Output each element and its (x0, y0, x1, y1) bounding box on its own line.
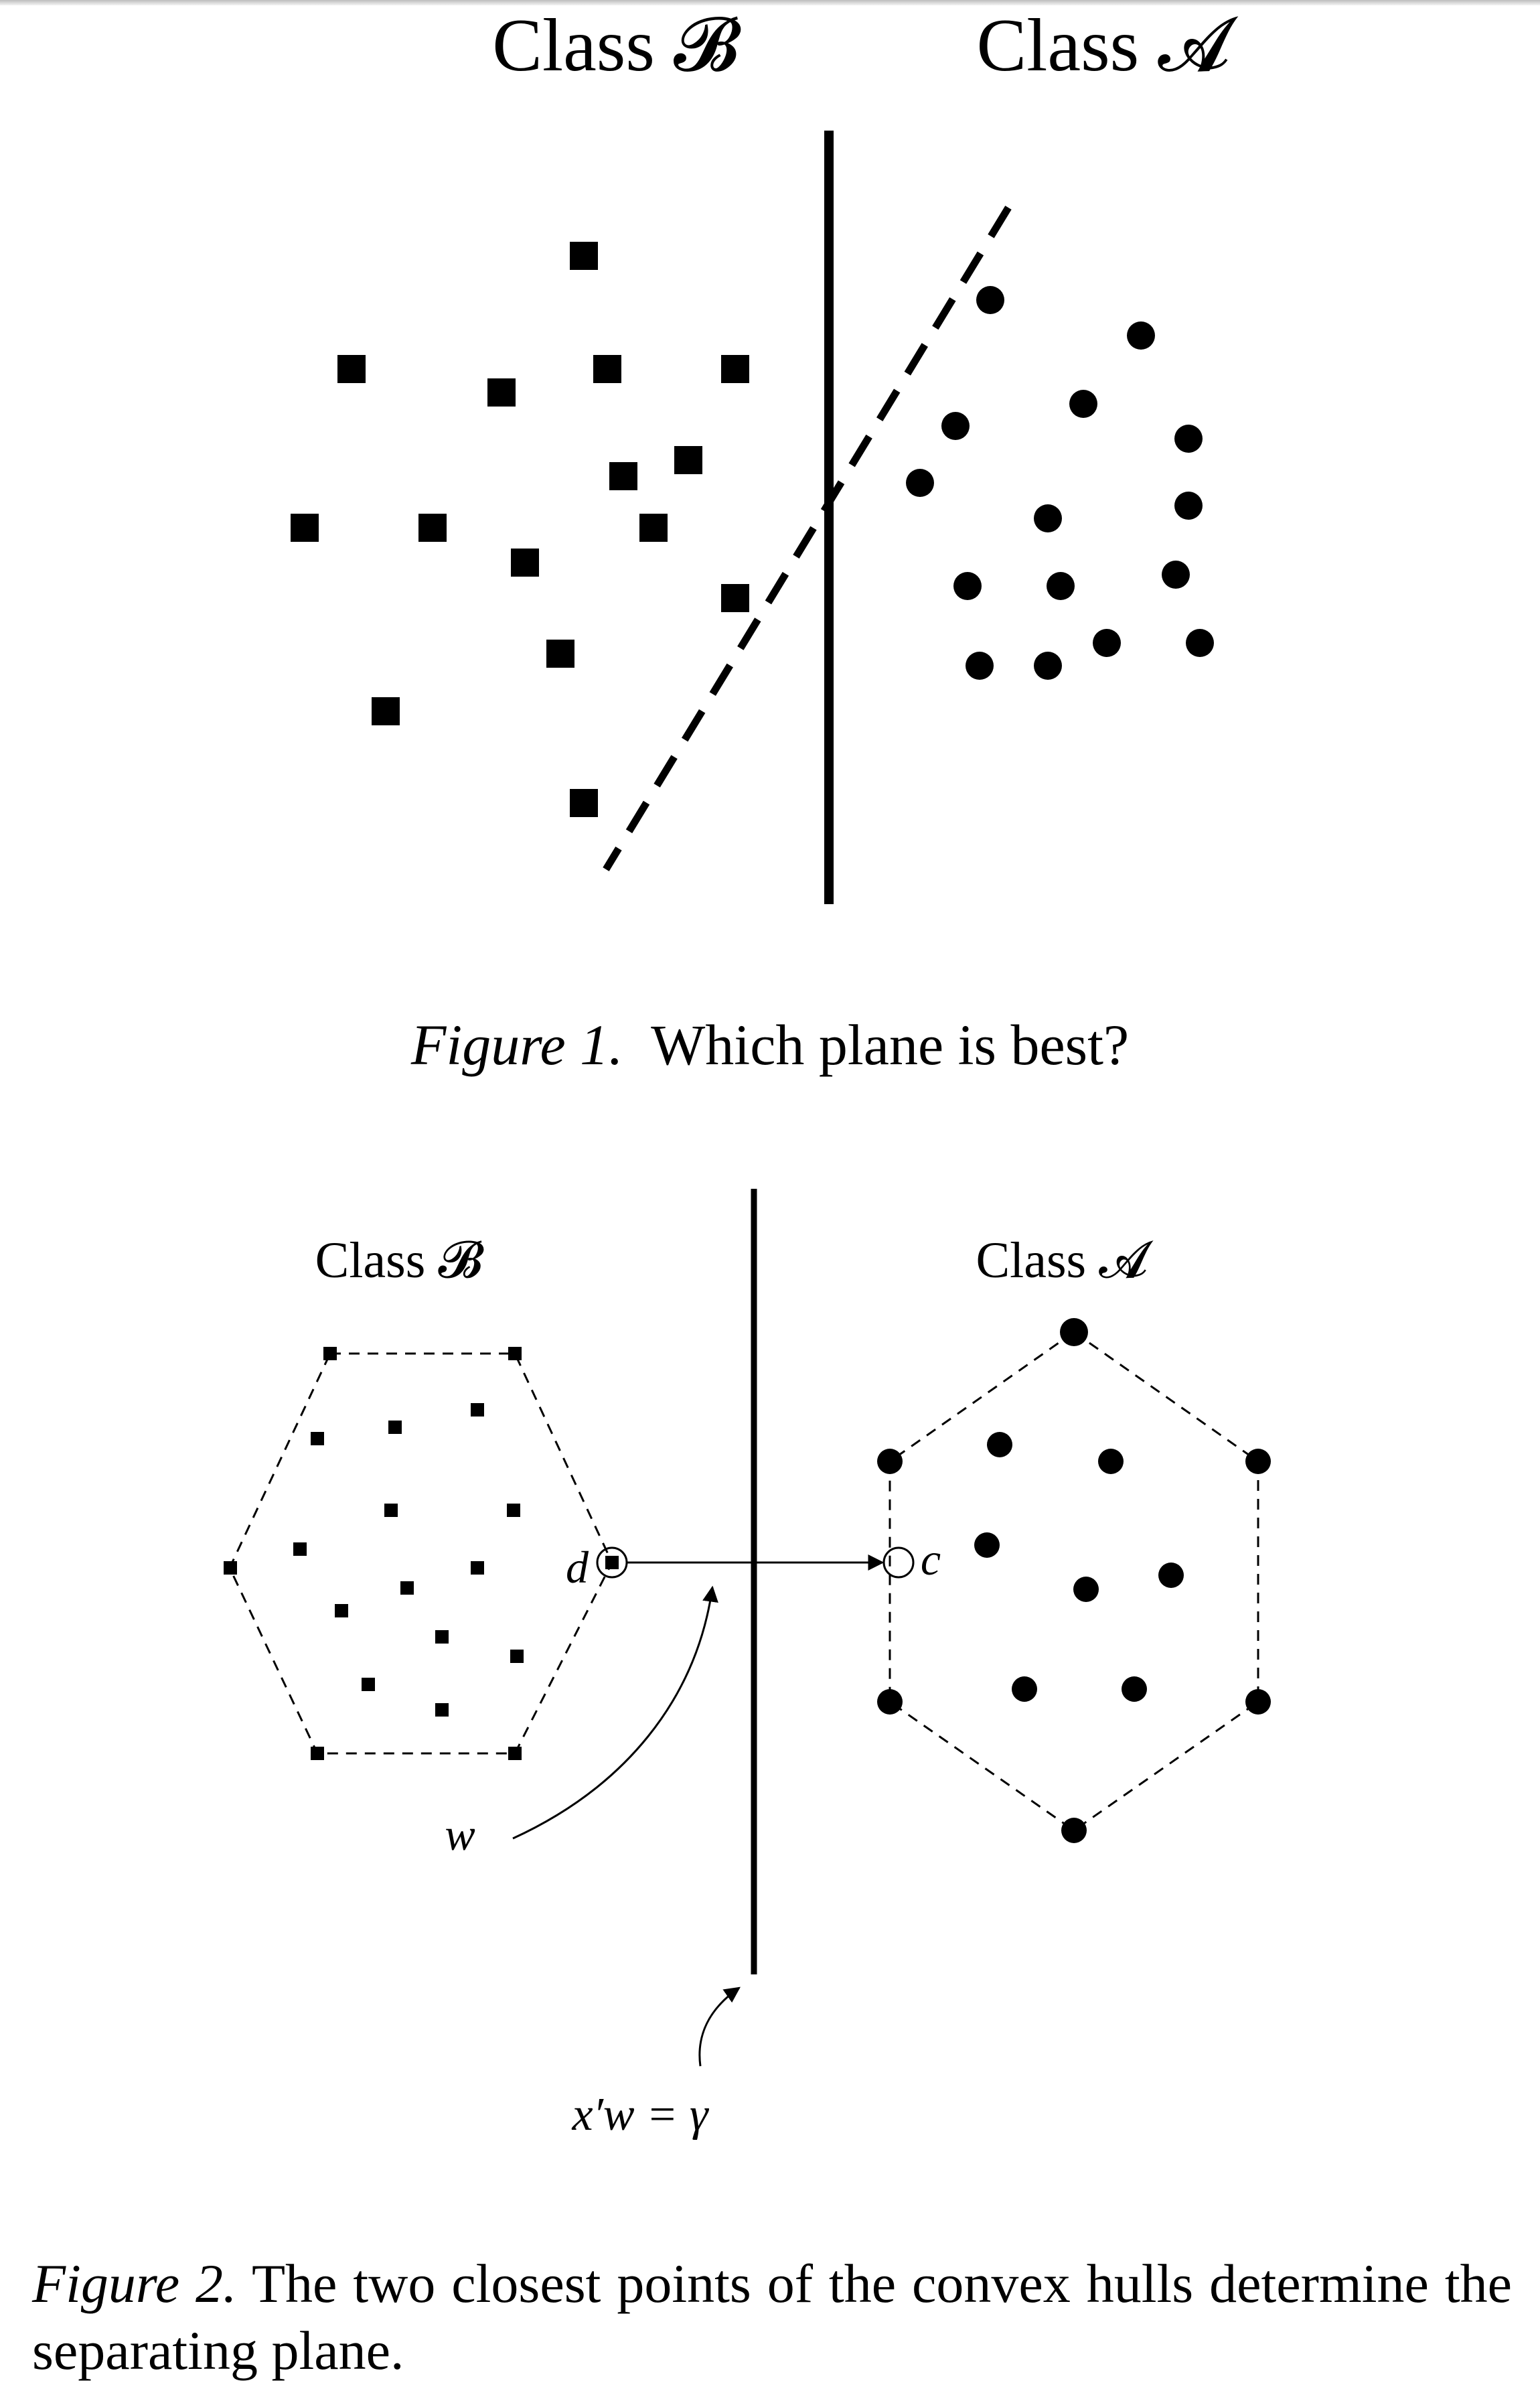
class-b-square (435, 1703, 449, 1717)
fig2-class-a-label: Class 𝓐 (976, 1232, 1154, 1289)
class-b-square (323, 1347, 337, 1360)
class-a-dot (1245, 1449, 1271, 1474)
figure-2-caption-text: The two closest points of the convex hul… (32, 2253, 1512, 2381)
class-a-dot (974, 1532, 1000, 1558)
class-b-square (508, 1347, 522, 1360)
class-b-square (471, 1561, 484, 1575)
figure-2-caption-label: Figure 2. (32, 2253, 237, 2314)
class-b-square (224, 1561, 237, 1575)
class-b-square (335, 1604, 348, 1617)
class-a-dot (1122, 1676, 1147, 1702)
class-b-square (311, 1747, 324, 1760)
class-b-square (471, 1403, 484, 1417)
figure-2: Class 𝓑 Class 𝓐 d c w x′w = γ (224, 1189, 1271, 2140)
class-b-convex-hull (228, 1352, 613, 1755)
plane-equation-label: x′w = γ (572, 2089, 710, 2140)
point-c-label: c (921, 1534, 941, 1585)
w-pointer-arrow (512, 1585, 718, 1840)
class-b-square (388, 1421, 402, 1434)
w-label: w (445, 1809, 475, 1860)
class-b-square (507, 1504, 520, 1517)
closest-point-d-square (605, 1556, 619, 1569)
class-b-square (510, 1650, 524, 1663)
closest-point-c-circle (882, 1546, 915, 1579)
class-b-square (435, 1630, 449, 1644)
class-a-dot (1158, 1563, 1184, 1588)
paper-page: Class 𝓑 Class 𝓐 Figure 1. Which plane is… (0, 0, 1540, 2395)
plane-pointer-arrow (698, 1986, 741, 2067)
class-b-square (384, 1504, 398, 1517)
fig2-class-b-label: Class 𝓑 (315, 1232, 485, 1289)
point-d-label: d (566, 1542, 589, 1593)
class-a-dot (877, 1449, 903, 1474)
class-a-dot (1245, 1689, 1271, 1715)
class-b-square (362, 1678, 375, 1691)
class-a-dot (1098, 1449, 1124, 1474)
class-a-dot (1060, 1318, 1088, 1346)
fig2-class-b-points (224, 1347, 524, 1760)
class-a-dot (877, 1689, 903, 1715)
class-b-square (293, 1542, 307, 1556)
class-b-square (400, 1581, 414, 1595)
class-b-square (311, 1432, 324, 1445)
class-a-dot (1012, 1676, 1037, 1702)
class-b-square (508, 1747, 522, 1760)
class-a-dot (987, 1432, 1012, 1457)
figure-2-caption: Figure 2. The two closest points of the … (32, 2250, 1512, 2384)
class-a-dot (1061, 1818, 1087, 1843)
class-a-convex-hull (889, 1331, 1259, 1832)
class-a-dot (1073, 1577, 1099, 1602)
